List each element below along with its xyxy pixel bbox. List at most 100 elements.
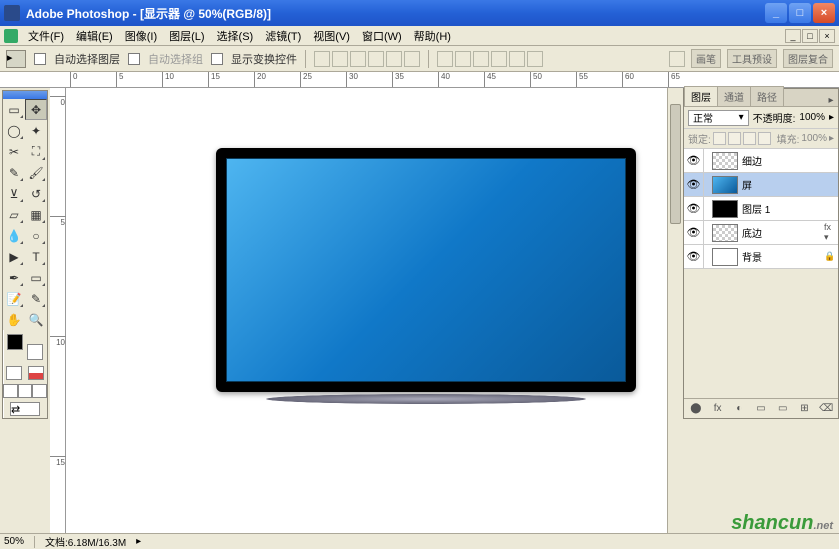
layer-name[interactable]: 底边	[742, 225, 824, 240]
screen-standard[interactable]	[3, 384, 18, 398]
close-button[interactable]: ×	[813, 3, 835, 23]
crop-tool[interactable]: ✂	[3, 141, 25, 162]
layer-name[interactable]: 细边	[742, 153, 824, 168]
menu-edit[interactable]: 编辑(E)	[70, 27, 119, 45]
tools-palette[interactable]: ▭ ✥ ◯ ✦ ✂ ⛶ ✎ 🖌 ⊻ ↺ ▱ ▦ 💧 ○ ▶ T ✒ ▭ 📝 ✎ …	[2, 90, 48, 419]
vertical-scrollbar[interactable]	[667, 88, 683, 533]
visibility-icon[interactable]: 👁	[684, 221, 704, 245]
dist-hcenter[interactable]	[509, 51, 525, 67]
eyedropper-tool[interactable]: ✎	[25, 288, 47, 309]
jump-imageready[interactable]: ⇄	[10, 402, 40, 416]
visibility-icon[interactable]: 👁	[684, 197, 704, 221]
visibility-icon[interactable]: 👁	[684, 245, 704, 269]
clone-stamp-tool[interactable]: ⊻	[3, 183, 25, 204]
dist-right[interactable]	[527, 51, 543, 67]
scrollbar-thumb[interactable]	[670, 104, 681, 224]
tools-header[interactable]	[3, 91, 47, 99]
layer-thumbnail[interactable]	[712, 152, 738, 170]
layer-style-icon[interactable]: fx	[709, 401, 727, 416]
panel-menu-icon[interactable]: ▸	[824, 95, 838, 106]
layer-row[interactable]: 👁 细边	[684, 149, 838, 173]
lock-all[interactable]	[758, 132, 771, 145]
align-hcenter[interactable]	[386, 51, 402, 67]
path-selection-tool[interactable]: ▶	[3, 246, 25, 267]
opacity-value[interactable]: 100%	[799, 112, 825, 123]
show-transform-checkbox[interactable]	[211, 53, 223, 65]
tab-channels[interactable]: 通道	[717, 86, 751, 106]
notes-tool[interactable]: 📝	[3, 288, 25, 309]
mdi-minimize[interactable]: _	[785, 29, 801, 43]
align-vcenter[interactable]	[332, 51, 348, 67]
adjustment-layer-icon[interactable]: ▭	[752, 401, 770, 416]
history-brush-tool[interactable]: ↺	[25, 183, 47, 204]
dist-bottom[interactable]	[473, 51, 489, 67]
layer-row[interactable]: 👁 背景 🔒	[684, 245, 838, 269]
align-right[interactable]	[404, 51, 420, 67]
visibility-icon[interactable]: 👁	[684, 173, 704, 197]
magic-wand-tool[interactable]: ✦	[25, 120, 47, 141]
dock-tab-toolpresets[interactable]: 工具预设	[727, 49, 777, 68]
link-layers-icon[interactable]: ⬤	[687, 401, 705, 416]
doc-info-arrow[interactable]: ▸	[136, 536, 141, 547]
slice-tool[interactable]: ⛶	[25, 141, 47, 162]
shape-tool[interactable]: ▭	[25, 267, 47, 288]
move-tool[interactable]: ✥	[25, 99, 47, 120]
screen-full[interactable]	[32, 384, 47, 398]
menu-help[interactable]: 帮助(H)	[408, 27, 457, 45]
menu-layer[interactable]: 图层(L)	[163, 27, 210, 45]
hand-tool[interactable]: ✋	[3, 309, 25, 330]
align-left[interactable]	[368, 51, 384, 67]
new-group-icon[interactable]: ▭	[774, 401, 792, 416]
layer-thumbnail[interactable]	[712, 224, 738, 242]
quickmask-mode[interactable]	[28, 366, 44, 380]
dodge-tool[interactable]: ○	[25, 225, 47, 246]
dist-left[interactable]	[491, 51, 507, 67]
maximize-button[interactable]: □	[789, 3, 811, 23]
align-bottom[interactable]	[350, 51, 366, 67]
visibility-icon[interactable]: 👁	[684, 149, 704, 173]
tab-paths[interactable]: 路径	[750, 86, 784, 106]
document[interactable]	[66, 88, 679, 533]
dock-tab-brushes[interactable]: 画笔	[691, 49, 721, 68]
minimize-button[interactable]: _	[765, 3, 787, 23]
foreground-color[interactable]	[7, 334, 23, 350]
dist-top[interactable]	[437, 51, 453, 67]
lock-position[interactable]	[743, 132, 756, 145]
palette-well-icon[interactable]	[669, 51, 685, 67]
mdi-restore[interactable]: □	[802, 29, 818, 43]
dock-tab-layercomps[interactable]: 图层复合	[783, 49, 833, 68]
screen-full-menubar[interactable]	[18, 384, 33, 398]
fill-value[interactable]: 100%	[801, 133, 827, 144]
pen-tool[interactable]: ✒	[3, 267, 25, 288]
menu-view[interactable]: 视图(V)	[307, 27, 356, 45]
layer-mask-icon[interactable]: ◐	[730, 401, 748, 416]
menu-window[interactable]: 窗口(W)	[356, 27, 408, 45]
standard-mode[interactable]	[6, 366, 22, 380]
blend-mode-select[interactable]: 正常▾	[688, 110, 749, 126]
menu-file[interactable]: 文件(F)	[22, 27, 70, 45]
doc-info[interactable]: 文档:6.18M/16.3M	[45, 534, 126, 549]
layer-thumbnail[interactable]	[712, 200, 738, 218]
type-tool[interactable]: T	[25, 246, 47, 267]
auto-select-layer-checkbox[interactable]	[34, 53, 46, 65]
layer-name[interactable]: 图层 1	[742, 201, 824, 216]
zoom-tool[interactable]: 🔍	[25, 309, 47, 330]
move-tool-icon[interactable]: ▸	[6, 50, 26, 68]
menu-filter[interactable]: 滤镜(T)	[259, 27, 307, 45]
blur-tool[interactable]: 💧	[3, 225, 25, 246]
layer-name[interactable]: 背景	[742, 249, 824, 264]
lasso-tool[interactable]: ◯	[3, 120, 25, 141]
layers-panel[interactable]: 图层 通道 路径 ▸ 正常▾ 不透明度: 100%▸ 锁定: 填充: 100%▸…	[683, 88, 839, 419]
gradient-tool[interactable]: ▦	[25, 204, 47, 225]
new-layer-icon[interactable]: ⊞	[796, 401, 814, 416]
background-color[interactable]	[27, 344, 43, 360]
lock-transparency[interactable]	[713, 132, 726, 145]
brush-tool[interactable]: 🖌	[25, 162, 47, 183]
tab-layers[interactable]: 图层	[684, 86, 718, 106]
layer-row[interactable]: 👁 屏	[684, 173, 838, 197]
marquee-tool[interactable]: ▭	[3, 99, 25, 120]
layer-name[interactable]: 屏	[742, 177, 824, 192]
eraser-tool[interactable]: ▱	[3, 204, 25, 225]
menu-select[interactable]: 选择(S)	[211, 27, 260, 45]
delete-layer-icon[interactable]: ⌫	[817, 401, 835, 416]
